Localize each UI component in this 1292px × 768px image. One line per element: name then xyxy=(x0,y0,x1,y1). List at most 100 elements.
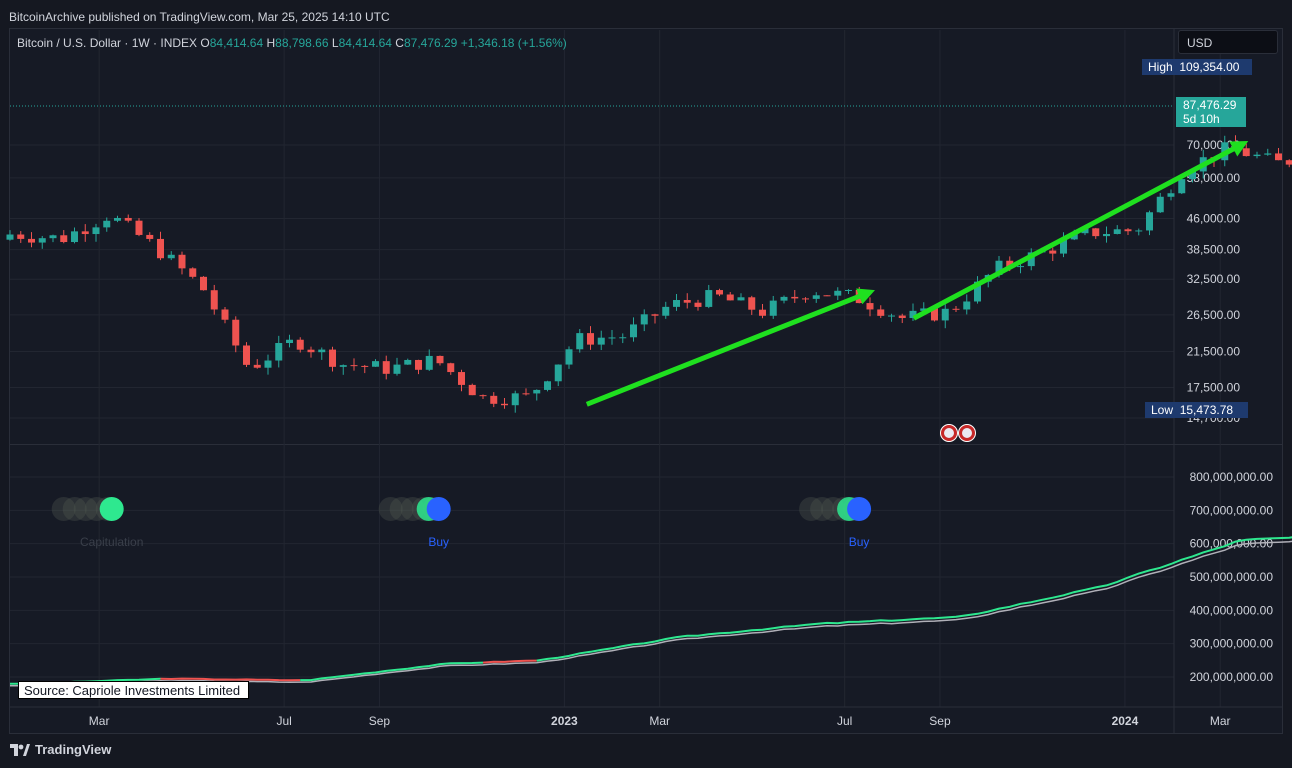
candle-body xyxy=(479,395,487,397)
currency-selector[interactable]: USD xyxy=(1178,30,1278,54)
candle-body xyxy=(1092,228,1100,237)
candle-body xyxy=(1124,229,1132,232)
candle-body xyxy=(157,238,164,259)
candle-body xyxy=(748,297,756,310)
candle-body xyxy=(372,361,379,367)
candle-body xyxy=(1242,148,1250,157)
signal-dot xyxy=(847,497,872,521)
candle-body xyxy=(189,268,197,277)
indicator-axis-label: 800,000,000.00 xyxy=(1190,470,1274,484)
signal-dot xyxy=(99,497,124,521)
candle-body xyxy=(339,365,347,367)
last-price-value: 87,476.29 xyxy=(1183,98,1237,112)
candle-body xyxy=(716,290,723,295)
candle-body xyxy=(1285,160,1292,165)
symbol-legend: Bitcoin / U.S. Dollar · 1W · INDEX O 84,4… xyxy=(17,36,567,50)
candle-body xyxy=(544,381,551,390)
candle-body xyxy=(221,309,229,320)
trend-arrow xyxy=(912,141,1249,321)
candle-body xyxy=(296,339,304,350)
us-flag-icon[interactable] xyxy=(940,424,958,442)
low-tag-value: 15,473.78 xyxy=(1179,403,1234,417)
indicator-axis-label: 700,000,000.00 xyxy=(1190,503,1274,517)
candle-body xyxy=(952,308,960,310)
price-axis-label: 46,000.00 xyxy=(1187,211,1241,225)
candle-body xyxy=(71,231,78,243)
indicator-axis-label: 500,000,000.00 xyxy=(1190,570,1274,584)
indicator-axis-label: 400,000,000.00 xyxy=(1190,603,1274,617)
high-tag: High 109,354.00 xyxy=(1142,59,1252,75)
us-flag-icon[interactable] xyxy=(958,424,976,442)
candle-body xyxy=(286,339,293,344)
last-price-tag: 87,476.29 5d 10h xyxy=(1176,97,1246,127)
price-axis-label: 21,500.00 xyxy=(1187,344,1241,358)
candle-body xyxy=(888,315,895,317)
source-label: Source: Capriole Investments Limited xyxy=(18,681,249,699)
candle-body xyxy=(307,349,315,353)
candle-body xyxy=(694,302,702,307)
high-tag-label: High xyxy=(1148,60,1173,74)
candle-body xyxy=(6,234,14,240)
time-axis-label: Jul xyxy=(276,714,291,728)
low-tag: Low 15,473.78 xyxy=(1145,402,1248,418)
candle-body xyxy=(468,384,476,396)
signal-label: Buy xyxy=(428,535,449,549)
symbol-name: Bitcoin / U.S. Dollar · 1W · INDEX xyxy=(17,36,198,50)
candle-body xyxy=(737,297,745,301)
candle-body xyxy=(210,290,218,310)
tradingview-logo[interactable]: TradingView xyxy=(10,742,111,757)
candle-body xyxy=(1146,212,1153,231)
open-label: O xyxy=(200,36,210,50)
low-label: L xyxy=(331,36,339,50)
indicator-axis-label: 200,000,000.00 xyxy=(1190,670,1274,684)
time-axis-label: Sep xyxy=(369,714,391,728)
candle-body xyxy=(253,364,261,368)
candle-body xyxy=(791,296,799,299)
candle-body xyxy=(415,359,422,370)
candle-body xyxy=(329,349,336,367)
price-axis-label: 38,500.00 xyxy=(1187,243,1241,257)
change-value: +1,346.18 (+1.56%) xyxy=(460,36,567,50)
candle-body xyxy=(103,220,111,228)
candle-body xyxy=(640,314,648,325)
price-axis-label: 17,500.00 xyxy=(1187,381,1241,395)
candle-body xyxy=(608,337,616,339)
candle-body xyxy=(404,359,412,365)
candle-body xyxy=(1167,193,1175,197)
candle-body xyxy=(361,365,369,367)
signal-dot xyxy=(426,497,451,521)
candle-body xyxy=(554,364,562,382)
candle-body xyxy=(1113,229,1121,234)
candle-body xyxy=(1275,153,1282,161)
candle-body xyxy=(275,343,283,361)
candle-body xyxy=(1017,266,1024,268)
candle-body xyxy=(877,309,885,316)
high-value: 88,798.66 xyxy=(275,36,329,50)
time-axis-label: Jul xyxy=(837,714,852,728)
tradingview-logo-text: TradingView xyxy=(35,742,112,757)
low-value: 84,414.64 xyxy=(338,36,392,50)
candle-body xyxy=(630,324,637,338)
candle-body xyxy=(662,306,670,316)
time-axis-label: Mar xyxy=(89,714,110,728)
candle-body xyxy=(264,360,272,368)
indicator-signal-line xyxy=(10,540,1292,687)
candle-body xyxy=(823,295,831,297)
tradingview-logo-icon xyxy=(10,743,30,756)
candle-body xyxy=(576,333,584,350)
price-axis-label: 32,500.00 xyxy=(1187,272,1241,286)
candle-body xyxy=(1049,250,1057,254)
chart-canvas[interactable]: 70,000.0058,000.0046,000.0038,500.0032,5… xyxy=(0,0,1292,768)
candle-body xyxy=(382,361,390,374)
candle-body xyxy=(447,363,455,373)
candle-body xyxy=(146,234,154,239)
candle-body xyxy=(619,337,627,339)
candle-body xyxy=(318,349,326,353)
candle-body xyxy=(60,235,68,243)
signal-label: Buy xyxy=(849,535,870,549)
bar-countdown: 5d 10h xyxy=(1183,112,1220,126)
candle-body xyxy=(167,254,175,259)
candle-body xyxy=(124,217,132,221)
high-tag-value: 109,354.00 xyxy=(1179,60,1240,74)
candle-body xyxy=(28,238,35,243)
